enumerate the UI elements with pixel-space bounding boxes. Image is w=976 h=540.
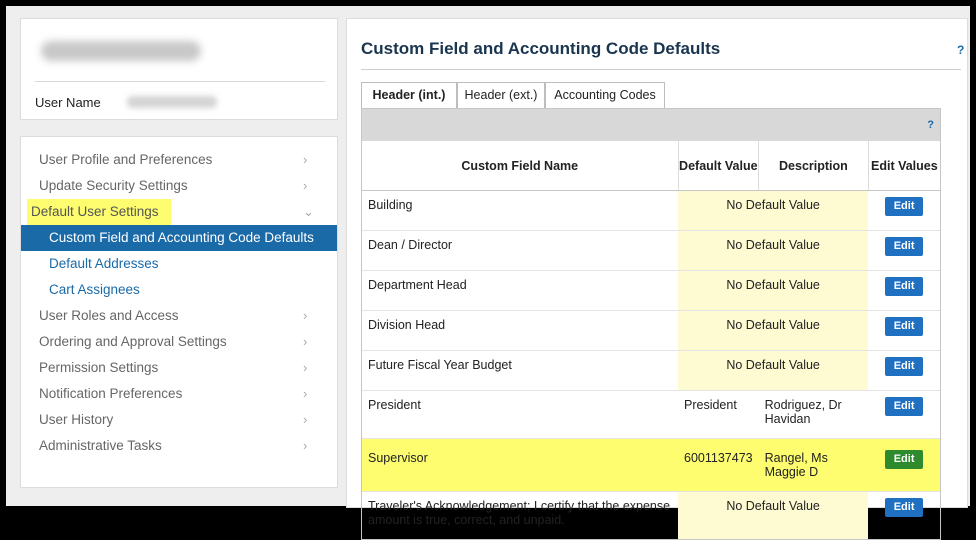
field-name: Dean / Director bbox=[362, 230, 678, 271]
edit-cell: Edit bbox=[868, 190, 940, 231]
edit-button[interactable]: Edit bbox=[885, 450, 924, 469]
menu-item-label: Cart Assignees bbox=[49, 282, 140, 297]
default-value: No Default Value bbox=[678, 350, 869, 391]
table-toolbar: ? bbox=[362, 109, 940, 141]
menu-item-permission-settings[interactable]: Permission Settings › bbox=[21, 355, 337, 381]
menu-item-custom-field-defaults[interactable]: Custom Field and Accounting Code Default… bbox=[21, 225, 337, 251]
chevron-down-icon: ⌄ bbox=[303, 204, 314, 219]
menu-item-user-history[interactable]: User History › bbox=[21, 407, 337, 433]
table-row: President President Rodriguez, Dr Havida… bbox=[362, 390, 940, 439]
tab-header-int[interactable]: Header (int.) bbox=[361, 82, 457, 109]
redacted-user-name bbox=[127, 96, 217, 108]
edit-button[interactable]: Edit bbox=[885, 237, 924, 256]
page-title: Custom Field and Accounting Code Default… bbox=[361, 39, 721, 58]
table-help-icon[interactable]: ? bbox=[927, 119, 934, 131]
edit-button[interactable]: Edit bbox=[885, 498, 924, 517]
default-value: No Default Value bbox=[678, 270, 869, 311]
defaults-table-container: ? Custom Field Name Default Value Descri… bbox=[361, 108, 941, 540]
menu-item-label: Ordering and Approval Settings bbox=[39, 334, 227, 349]
tab-accounting-codes[interactable]: Accounting Codes bbox=[545, 82, 665, 108]
menu-item-user-roles[interactable]: User Roles and Access › bbox=[21, 303, 337, 329]
user-name-label: User Name bbox=[35, 95, 101, 110]
edit-button[interactable]: Edit bbox=[885, 397, 924, 416]
chevron-right-icon: › bbox=[303, 334, 308, 349]
edit-cell: Edit bbox=[868, 390, 940, 439]
field-name: Traveler's Acknowledgement; I certify th… bbox=[362, 491, 678, 539]
edit-cell: Edit bbox=[868, 491, 940, 539]
table-row: Dean / Director No Default Value Edit bbox=[362, 230, 940, 271]
custom-field-table: Custom Field Name Default Value Descript… bbox=[362, 141, 940, 539]
menu-item-label: Administrative Tasks bbox=[39, 438, 162, 453]
menu-item-label: Notification Preferences bbox=[39, 386, 183, 401]
chevron-right-icon: › bbox=[303, 152, 308, 167]
table-row-highlighted: Supervisor 6001137473 Rangel, Ms Maggie … bbox=[362, 438, 940, 492]
menu-item-ordering-approval[interactable]: Ordering and Approval Settings › bbox=[21, 329, 337, 355]
edit-cell: Edit bbox=[868, 350, 940, 391]
edit-button[interactable]: Edit bbox=[885, 317, 924, 336]
menu-item-label: Update Security Settings bbox=[39, 178, 188, 193]
description: Rodriguez, Dr Havidan bbox=[758, 390, 869, 439]
default-value: No Default Value bbox=[678, 491, 869, 539]
help-icon[interactable]: ? bbox=[957, 43, 964, 57]
menu-item-default-user-settings[interactable]: Default User Settings ⌄ bbox=[21, 199, 337, 225]
field-name: President bbox=[362, 390, 678, 439]
edit-cell: Edit bbox=[868, 310, 940, 351]
column-header-field-name: Custom Field Name bbox=[362, 141, 678, 191]
menu-item-label: User Roles and Access bbox=[39, 308, 179, 323]
field-name: Building bbox=[362, 190, 678, 231]
table-row: Department Head No Default Value Edit bbox=[362, 270, 940, 311]
edit-cell: Edit bbox=[868, 438, 940, 492]
menu-item-administrative-tasks[interactable]: Administrative Tasks › bbox=[21, 433, 337, 459]
table-row: Traveler's Acknowledgement; I certify th… bbox=[362, 491, 940, 539]
chevron-right-icon: › bbox=[303, 412, 308, 427]
menu-item-label: User Profile and Preferences bbox=[39, 152, 213, 167]
user-card: User Name bbox=[20, 18, 338, 120]
default-value: No Default Value bbox=[678, 190, 869, 231]
field-name: Department Head bbox=[362, 270, 678, 311]
default-value: No Default Value bbox=[678, 230, 869, 271]
column-header-default-value: Default Value bbox=[677, 141, 759, 191]
edit-cell: Edit bbox=[868, 270, 940, 311]
table-row: Future Fiscal Year Budget No Default Val… bbox=[362, 350, 940, 391]
description: Rangel, Ms Maggie D bbox=[758, 438, 869, 492]
divider bbox=[361, 69, 961, 70]
edit-button[interactable]: Edit bbox=[885, 197, 924, 216]
default-value: No Default Value bbox=[678, 310, 869, 351]
menu-item-label: Custom Field and Accounting Code Default… bbox=[49, 230, 314, 245]
chevron-right-icon: › bbox=[303, 178, 308, 193]
table-header-row: Custom Field Name Default Value Descript… bbox=[362, 141, 940, 191]
menu-item-default-addresses[interactable]: Default Addresses bbox=[21, 251, 337, 277]
menu-item-security-settings[interactable]: Update Security Settings › bbox=[21, 173, 337, 199]
divider bbox=[35, 81, 325, 82]
default-value: 6001137473 bbox=[678, 438, 759, 492]
chevron-right-icon: › bbox=[303, 438, 308, 453]
tab-header-ext[interactable]: Header (ext.) bbox=[457, 82, 545, 108]
default-value: President bbox=[678, 390, 759, 439]
menu-item-label: Permission Settings bbox=[39, 360, 159, 375]
chevron-right-icon: › bbox=[303, 308, 308, 323]
menu-item-label: Default Addresses bbox=[49, 256, 159, 271]
column-header-description: Description bbox=[758, 141, 869, 191]
edit-button[interactable]: Edit bbox=[885, 357, 924, 376]
chevron-right-icon: › bbox=[303, 360, 308, 375]
edit-cell: Edit bbox=[868, 230, 940, 271]
table-row: Division Head No Default Value Edit bbox=[362, 310, 940, 351]
menu-item-notification-preferences[interactable]: Notification Preferences › bbox=[21, 381, 337, 407]
menu-item-cart-assignees[interactable]: Cart Assignees bbox=[21, 277, 337, 303]
settings-menu: User Profile and Preferences › Update Se… bbox=[20, 136, 338, 488]
page: User Name User Profile and Preferences ›… bbox=[6, 6, 970, 540]
redacted-organization-name bbox=[41, 41, 201, 61]
field-name: Supervisor bbox=[362, 438, 678, 492]
chevron-right-icon: › bbox=[303, 386, 308, 401]
edit-button[interactable]: Edit bbox=[885, 277, 924, 296]
field-name: Division Head bbox=[362, 310, 678, 351]
menu-item-label: Default User Settings bbox=[27, 199, 171, 225]
menu-item-label: User History bbox=[39, 412, 114, 427]
column-header-edit-values: Edit Values bbox=[867, 141, 940, 191]
table-row: Building No Default Value Edit bbox=[362, 190, 940, 231]
menu-item-user-profile[interactable]: User Profile and Preferences › bbox=[21, 147, 337, 173]
main-panel: Custom Field and Accounting Code Default… bbox=[346, 18, 968, 540]
field-name: Future Fiscal Year Budget bbox=[362, 350, 678, 391]
